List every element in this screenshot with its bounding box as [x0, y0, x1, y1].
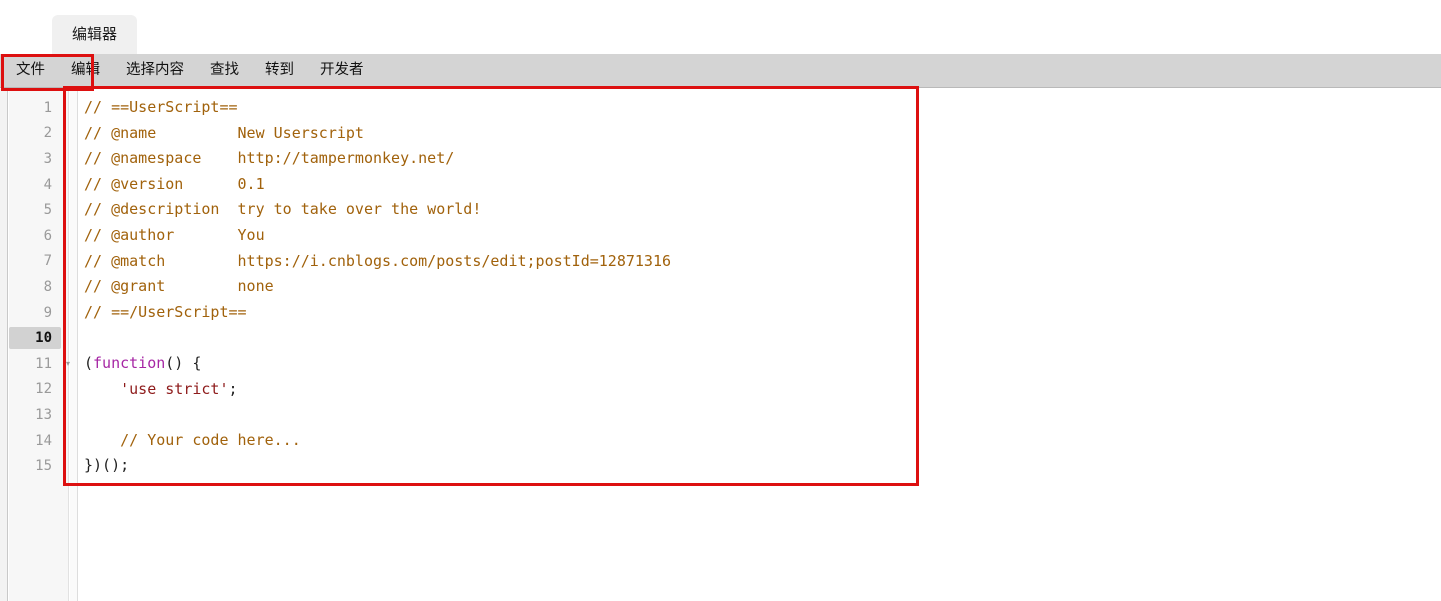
code-text[interactable]: // @match https://i.cnblogs.com/posts/ed… [84, 249, 671, 275]
code-token: ( [84, 353, 94, 372]
code-line[interactable]: 14 // Your code here... [0, 428, 1441, 454]
code-token: // @version 0.1 [84, 174, 265, 193]
code-text[interactable]: // @description try to take over the wor… [84, 197, 481, 223]
menu-item-file[interactable]: 文件 [16, 63, 45, 78]
line-number[interactable]: 6 [9, 225, 61, 247]
line-number[interactable]: 4 [9, 174, 61, 196]
tab-editor-label: 编辑器 [72, 26, 118, 43]
code-token: // ==/UserScript== [84, 302, 247, 321]
tab-strip: 编辑器 [0, 0, 1441, 54]
line-number[interactable]: 1 [9, 97, 61, 119]
code-token: 'use strict' [120, 379, 229, 398]
code-line[interactable]: 2 // @name New Userscript [0, 121, 1441, 147]
code-text[interactable]: })(); [84, 453, 129, 479]
code-line[interactable]: 3 // @namespace http://tampermonkey.net/ [0, 146, 1441, 172]
line-number[interactable]: 7 [9, 250, 61, 272]
code-text[interactable]: // @name New Userscript [84, 121, 364, 147]
line-number[interactable]: 5 [9, 199, 61, 221]
code-text[interactable]: (function() { [84, 351, 201, 377]
code-token: // ==UserScript== [84, 98, 238, 116]
code-text[interactable]: // @namespace http://tampermonkey.net/ [84, 146, 454, 172]
code-token: ; [228, 379, 238, 398]
code-line[interactable]: 15 })(); [0, 453, 1441, 479]
code-line[interactable]: 4 // @version 0.1 [0, 172, 1441, 198]
code-line[interactable]: 1 // ==UserScript== [0, 95, 1441, 121]
line-number[interactable]: 11 [9, 353, 61, 375]
line-number[interactable]: 8 [9, 276, 61, 298]
code-token: })(); [84, 456, 130, 475]
code-token: // @match https://i.cnblogs.com/posts/ed… [84, 251, 671, 270]
fold-arrow-icon[interactable]: ▾ [62, 353, 74, 375]
menu-item-selection[interactable]: 选择内容 [126, 63, 184, 78]
line-number[interactable]: 2 [9, 122, 61, 144]
code-token: // @author You [84, 225, 265, 244]
code-token: // @namespace http://tampermonkey.net/ [84, 149, 455, 168]
code-token: // @name New Userscript [84, 123, 364, 142]
line-number[interactable]: 12 [9, 378, 61, 400]
line-number[interactable]: 10 [9, 327, 61, 350]
code-line[interactable]: 5 // @description try to take over the wo… [0, 197, 1441, 223]
line-number[interactable]: 3 [9, 148, 61, 170]
code-line[interactable]: 11 ▾ (function() { [0, 351, 1441, 377]
code-token: () { [165, 353, 202, 372]
code-line[interactable]: 8 // @grant none [0, 274, 1441, 300]
code-text[interactable]: // @version 0.1 [84, 172, 265, 198]
tab-editor[interactable]: 编辑器 [52, 15, 138, 54]
code-line[interactable]: 10 [0, 325, 1441, 351]
menu-item-find[interactable]: 查找 [210, 63, 239, 78]
code-text[interactable]: // Your code here... [84, 428, 301, 454]
menu-item-edit[interactable]: 编辑 [71, 63, 100, 78]
editor-window: 编辑器 文件 编辑 选择内容 查找 转到 开发者 1 // ==UserScrip… [0, 0, 1441, 601]
code-line[interactable]: 13 [0, 402, 1441, 428]
code-line[interactable]: 6 // @author You [0, 223, 1441, 249]
line-number[interactable]: 13 [9, 404, 61, 426]
menu-item-goto[interactable]: 转到 [265, 63, 294, 78]
menu-item-developer[interactable]: 开发者 [320, 63, 364, 78]
code-token: // Your code here... [120, 430, 301, 449]
code-text[interactable]: // @author You [84, 223, 265, 249]
code-text[interactable]: 'use strict'; [84, 377, 238, 403]
line-number[interactable]: 14 [9, 430, 61, 452]
code-text[interactable]: // @grant none [84, 274, 274, 300]
line-number[interactable]: 15 [9, 455, 61, 477]
code-token: // @description try to take over the wor… [84, 200, 482, 219]
code-token: // @grant none [84, 277, 274, 296]
menu-bar: 文件 编辑 选择内容 查找 转到 开发者 [0, 54, 1441, 88]
code-line[interactable]: 9 // ==/UserScript== [0, 300, 1441, 326]
code-editor[interactable]: 1 // ==UserScript== 2 // @name New Userscri… [0, 89, 1441, 601]
code-lines[interactable]: 1 // ==UserScript== 2 // @name New Userscri… [0, 95, 1441, 479]
code-text[interactable]: // ==UserScript== [84, 95, 238, 121]
line-number[interactable]: 9 [9, 302, 61, 324]
code-line[interactable]: 7 // @match https://i.cnblogs.com/posts/e… [0, 249, 1441, 275]
code-line[interactable]: 12 'use strict'; [0, 377, 1441, 403]
code-text[interactable]: // ==/UserScript== [84, 300, 247, 326]
code-token: function [93, 353, 166, 372]
